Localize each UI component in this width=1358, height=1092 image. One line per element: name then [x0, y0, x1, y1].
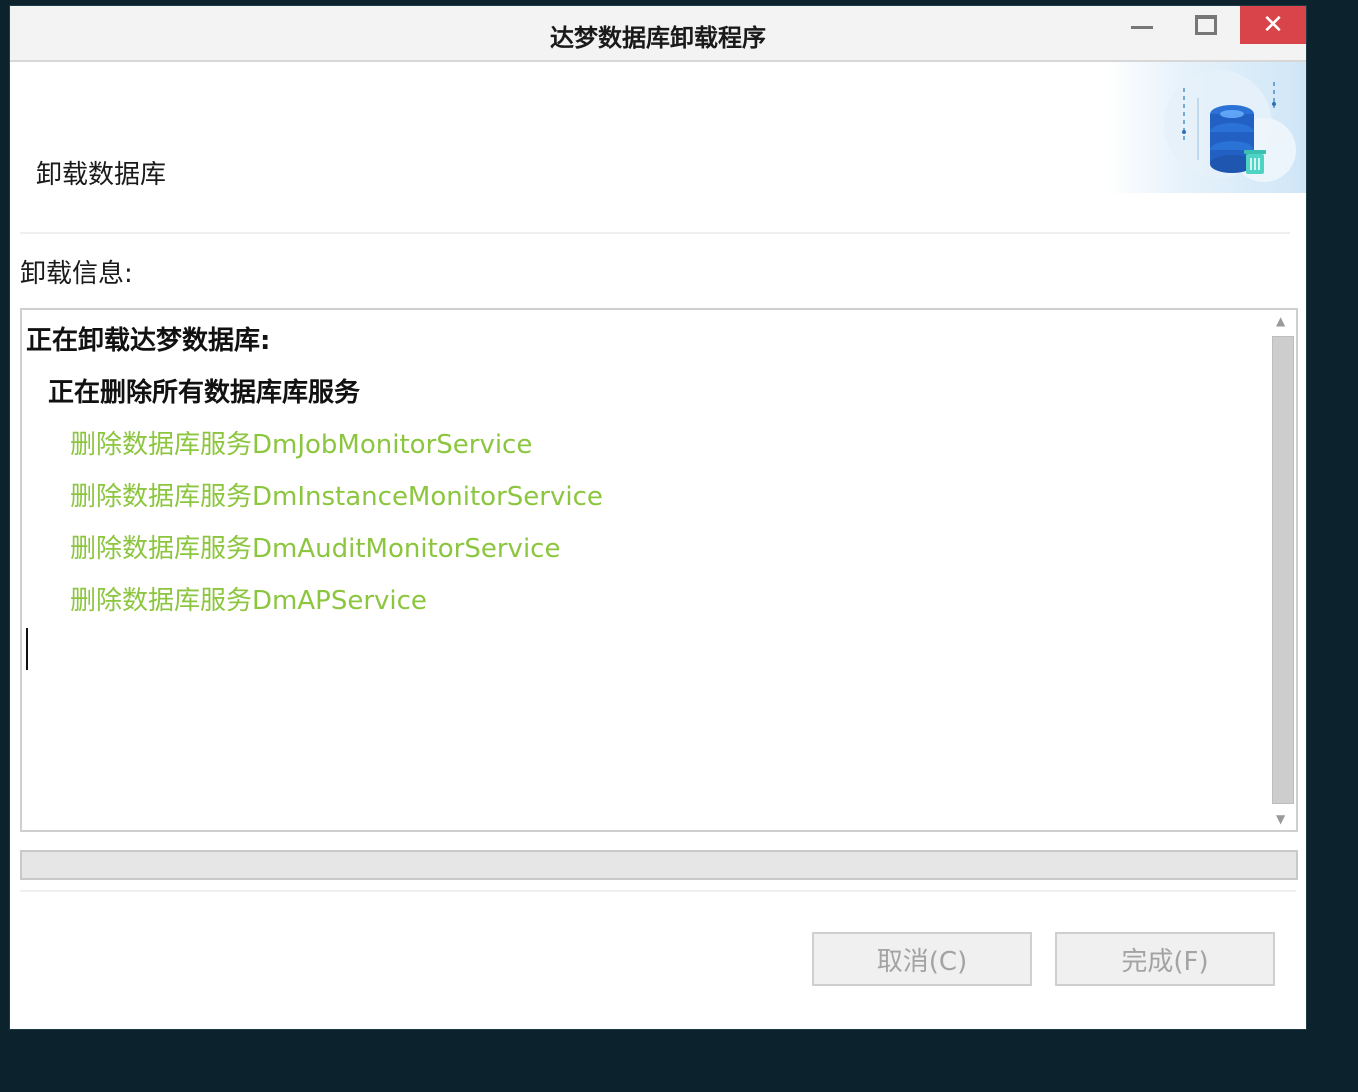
cancel-button[interactable]: 取消(C)	[812, 932, 1032, 986]
log-line: 删除数据库服务DmAPService	[70, 586, 427, 616]
finish-button[interactable]: 完成(F)	[1055, 932, 1275, 986]
scrollbar-thumb[interactable]	[1272, 336, 1294, 804]
minimize-icon	[1131, 25, 1153, 29]
uninstaller-window: 达梦数据库卸载程序 ✕ 卸载数据库 卸载信息: 正在卸载达梦数据库: 正在删除所…	[10, 6, 1306, 1029]
uninstall-info-label: 卸载信息:	[20, 259, 133, 289]
log-line: 删除数据库服务DmAuditMonitorService	[70, 534, 561, 564]
close-icon: ✕	[1262, 10, 1284, 40]
text-caret	[26, 628, 28, 670]
title-bar: 达梦数据库卸载程序 ✕	[10, 6, 1306, 62]
maximize-icon	[1195, 15, 1217, 35]
log-line: 正在卸载达梦数据库:	[26, 326, 271, 356]
footer-divider	[20, 890, 1296, 892]
wizard-header: 卸载数据库	[10, 62, 1306, 234]
uninstall-log-textarea[interactable]: 正在卸载达梦数据库: 正在删除所有数据库库服务 删除数据库服务DmJobMoni…	[20, 308, 1298, 832]
minimize-button[interactable]	[1114, 6, 1170, 44]
database-trash-icon	[1164, 70, 1296, 182]
header-divider	[20, 232, 1290, 234]
maximize-button[interactable]	[1178, 6, 1234, 44]
close-button[interactable]: ✕	[1240, 6, 1306, 44]
log-line: 删除数据库服务DmJobMonitorService	[70, 430, 533, 460]
scroll-down-arrow-icon[interactable]: ▼	[1276, 812, 1285, 826]
page-heading: 卸载数据库	[36, 160, 167, 190]
window-title: 达梦数据库卸载程序	[550, 24, 766, 52]
uninstall-progress-bar	[20, 850, 1298, 880]
log-line: 删除数据库服务DmInstanceMonitorService	[70, 482, 603, 512]
log-line: 正在删除所有数据库库服务	[48, 378, 361, 408]
header-banner	[1106, 62, 1306, 193]
log-scrollbar[interactable]: ▲ ▼	[1270, 310, 1296, 830]
scroll-up-arrow-icon[interactable]: ▲	[1276, 314, 1285, 328]
